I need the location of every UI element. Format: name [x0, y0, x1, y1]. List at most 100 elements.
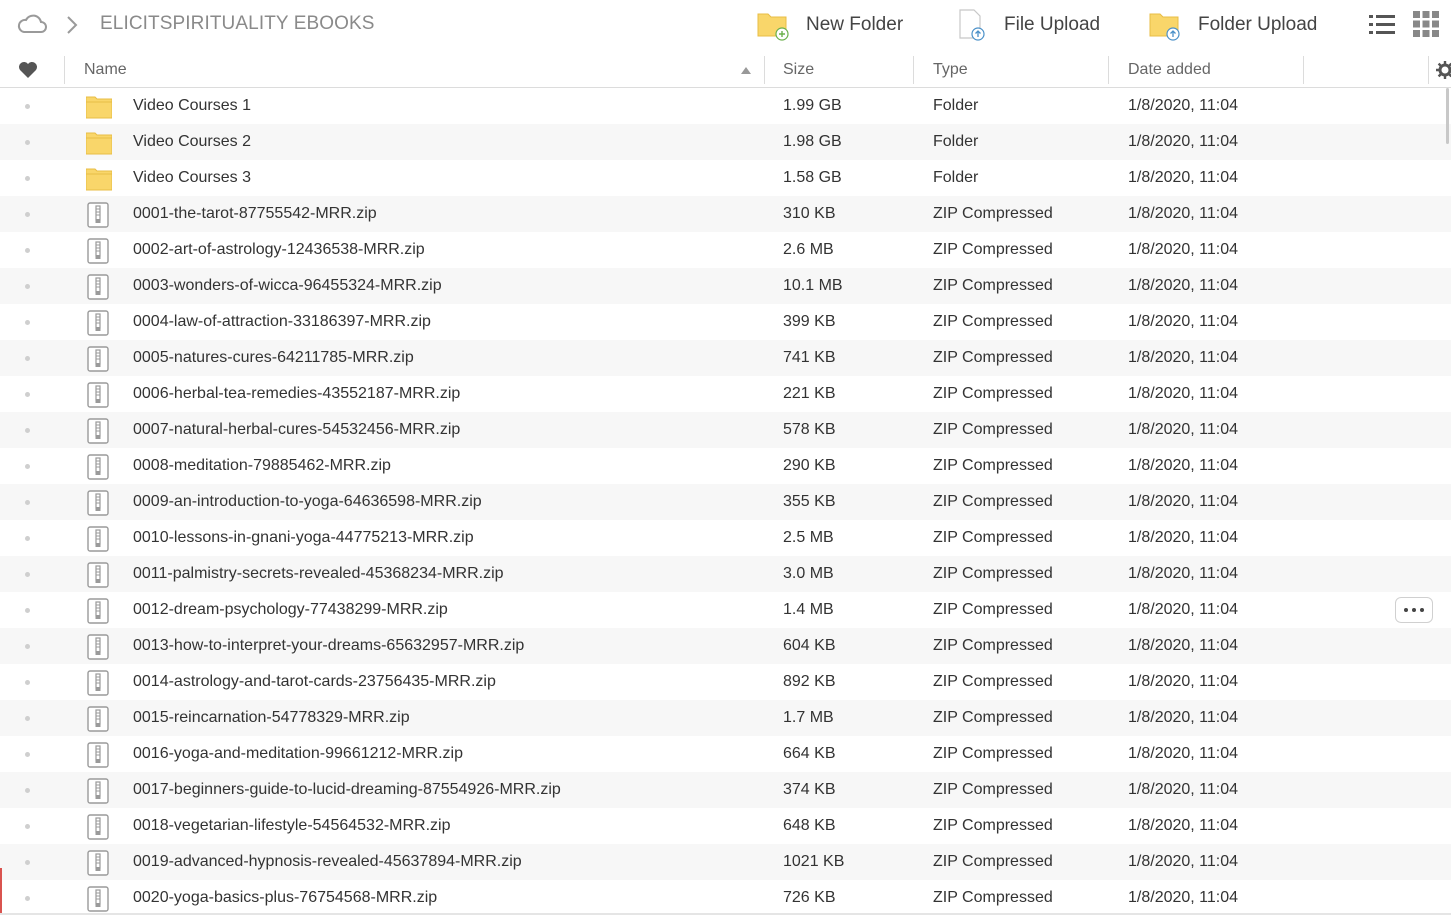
- file-name[interactable]: 0017-beginners-guide-to-lucid-dreaming-8…: [133, 772, 561, 808]
- file-row[interactable]: 0008-meditation-79885462-MRR.zip 290 KB ZI…: [0, 448, 1451, 484]
- list-view-icon[interactable]: [1368, 12, 1396, 38]
- favorite-toggle[interactable]: [25, 572, 30, 577]
- file-row[interactable]: 0007-natural-herbal-cures-54532456-MRR.z…: [0, 412, 1451, 448]
- favorite-toggle[interactable]: [25, 176, 30, 181]
- favorite-toggle[interactable]: [25, 320, 30, 325]
- file-name[interactable]: 0009-an-introduction-to-yoga-64636598-MR…: [133, 484, 482, 520]
- favorite-toggle[interactable]: [25, 536, 30, 541]
- file-list: Video Courses 1 1.99 GB Folder 1/8/2020, 11…: [0, 88, 1451, 915]
- file-row[interactable]: 0020-yoga-basics-plus-76754568-MRR.zip 72…: [0, 880, 1451, 915]
- zip-file-icon: [87, 526, 109, 552]
- favorite-toggle[interactable]: [25, 680, 30, 685]
- favorite-toggle[interactable]: [25, 212, 30, 217]
- file-name[interactable]: 0007-natural-herbal-cures-54532456-MRR.z…: [133, 412, 460, 448]
- file-name[interactable]: 0008-meditation-79885462-MRR.zip: [133, 448, 391, 484]
- favorite-toggle[interactable]: [25, 644, 30, 649]
- scrollbar[interactable]: [1446, 88, 1449, 144]
- file-name[interactable]: Video Courses 3: [133, 160, 251, 196]
- favorite-toggle[interactable]: [25, 788, 30, 793]
- file-name[interactable]: 0019-advanced-hypnosis-revealed-45637894…: [133, 844, 522, 880]
- favorite-toggle[interactable]: [25, 464, 30, 469]
- column-header-type[interactable]: Type: [933, 52, 968, 87]
- folder-row[interactable]: Video Courses 2 1.98 GB Folder 1/8/2020, 11…: [0, 124, 1451, 160]
- favorite-toggle[interactable]: [25, 104, 30, 109]
- file-date-added: 1/8/2020, 11:04: [1128, 421, 1239, 438]
- sort-ascending-icon[interactable]: [741, 67, 751, 74]
- file-row[interactable]: 0009-an-introduction-to-yoga-64636598-MR…: [0, 484, 1451, 520]
- favorite-toggle[interactable]: [25, 896, 30, 901]
- favorite-toggle[interactable]: [25, 752, 30, 757]
- favorite-toggle[interactable]: [25, 392, 30, 397]
- file-size: 648 KB: [783, 817, 836, 834]
- file-name[interactable]: 0010-lessons-in-gnani-yoga-44775213-MRR.…: [133, 520, 474, 556]
- file-row[interactable]: 0004-law-of-attraction-33186397-MRR.zip 3…: [0, 304, 1451, 340]
- favorite-toggle[interactable]: [25, 716, 30, 721]
- file-upload-button[interactable]: File Upload: [956, 6, 1100, 44]
- file-name[interactable]: 0013-how-to-interpret-your-dreams-656329…: [133, 628, 524, 664]
- file-name[interactable]: 0006-herbal-tea-remedies-43552187-MRR.zi…: [133, 376, 460, 412]
- file-row[interactable]: 0015-reincarnation-54778329-MRR.zip 1.7 M…: [0, 700, 1451, 736]
- column-header-date-added[interactable]: Date added: [1128, 52, 1211, 87]
- file-name[interactable]: 0015-reincarnation-54778329-MRR.zip: [133, 700, 410, 736]
- favorite-toggle[interactable]: [25, 284, 30, 289]
- folder-upload-button[interactable]: Folder Upload: [1148, 6, 1317, 44]
- grid-view-icon[interactable]: [1412, 10, 1440, 38]
- file-type: ZIP Compressed: [933, 385, 1053, 402]
- file-row[interactable]: 0012-dream-psychology-77438299-MRR.zip 1.…: [0, 592, 1451, 628]
- file-name[interactable]: 0004-law-of-attraction-33186397-MRR.zip: [133, 304, 431, 340]
- file-name[interactable]: 0018-vegetarian-lifestyle-54564532-MRR.z…: [133, 808, 451, 844]
- column-header-size[interactable]: Size: [783, 52, 814, 87]
- file-row[interactable]: 0006-herbal-tea-remedies-43552187-MRR.zi…: [0, 376, 1451, 412]
- column-header-name[interactable]: Name: [84, 52, 127, 87]
- file-row[interactable]: 0002-art-of-astrology-12436538-MRR.zip 2.…: [0, 232, 1451, 268]
- file-name[interactable]: Video Courses 2: [133, 124, 251, 160]
- file-row[interactable]: 0018-vegetarian-lifestyle-54564532-MRR.z…: [0, 808, 1451, 844]
- file-type: ZIP Compressed: [933, 349, 1053, 366]
- folder-row[interactable]: Video Courses 3 1.58 GB Folder 1/8/2020, 11…: [0, 160, 1451, 196]
- file-row[interactable]: 0005-natures-cures-64211785-MRR.zip 741 K…: [0, 340, 1451, 376]
- favorite-toggle[interactable]: [25, 356, 30, 361]
- file-type: Folder: [933, 97, 979, 114]
- file-name[interactable]: 0011-palmistry-secrets-revealed-45368234…: [133, 556, 504, 592]
- breadcrumb-current-folder[interactable]: ELICITSPIRITUALITY EBOOKS: [100, 13, 375, 35]
- file-name[interactable]: 0005-natures-cures-64211785-MRR.zip: [133, 340, 414, 376]
- new-folder-button[interactable]: New Folder: [756, 6, 903, 44]
- column-separator: [764, 56, 765, 84]
- favorite-toggle[interactable]: [25, 860, 30, 865]
- file-row[interactable]: 0003-wonders-of-wicca-96455324-MRR.zip 10…: [0, 268, 1451, 304]
- file-type: ZIP Compressed: [933, 241, 1053, 258]
- file-name[interactable]: 0012-dream-psychology-77438299-MRR.zip: [133, 592, 448, 628]
- file-row[interactable]: 0001-the-tarot-87755542-MRR.zip 310 KB ZIP…: [0, 196, 1451, 232]
- file-name[interactable]: 0001-the-tarot-87755542-MRR.zip: [133, 196, 377, 232]
- file-row[interactable]: 0014-astrology-and-tarot-cards-23756435-…: [0, 664, 1451, 700]
- file-date-added: 1/8/2020, 11:04: [1128, 601, 1239, 618]
- zip-file-icon: [87, 238, 109, 264]
- file-name[interactable]: 0014-astrology-and-tarot-cards-23756435-…: [133, 664, 496, 700]
- file-name[interactable]: Video Courses 1: [133, 88, 251, 124]
- file-row[interactable]: 0019-advanced-hypnosis-revealed-45637894…: [0, 844, 1451, 880]
- favorite-toggle[interactable]: [25, 140, 30, 145]
- file-row[interactable]: 0016-yoga-and-meditation-99661212-MRR.zi…: [0, 736, 1451, 772]
- gear-icon[interactable]: [1436, 61, 1451, 79]
- file-date-added: 1/8/2020, 11:04: [1128, 97, 1239, 114]
- heart-icon[interactable]: [18, 61, 38, 79]
- file-name[interactable]: 0020-yoga-basics-plus-76754568-MRR.zip: [133, 880, 437, 915]
- more-options-button[interactable]: [1395, 597, 1433, 623]
- table-header: Name Size Type Date added: [0, 52, 1451, 88]
- new-folder-label: New Folder: [806, 14, 904, 35]
- file-name[interactable]: 0002-art-of-astrology-12436538-MRR.zip: [133, 232, 425, 268]
- folder-row[interactable]: Video Courses 1 1.99 GB Folder 1/8/2020, 11…: [0, 88, 1451, 124]
- favorite-toggle[interactable]: [25, 248, 30, 253]
- favorite-toggle[interactable]: [25, 824, 30, 829]
- file-row[interactable]: 0017-beginners-guide-to-lucid-dreaming-8…: [0, 772, 1451, 808]
- favorite-toggle[interactable]: [25, 608, 30, 613]
- file-row[interactable]: 0013-how-to-interpret-your-dreams-656329…: [0, 628, 1451, 664]
- favorite-toggle[interactable]: [25, 428, 30, 433]
- file-row[interactable]: 0011-palmistry-secrets-revealed-45368234…: [0, 556, 1451, 592]
- file-date-added: 1/8/2020, 11:04: [1128, 277, 1239, 294]
- cloud-icon[interactable]: [16, 12, 48, 36]
- file-name[interactable]: 0016-yoga-and-meditation-99661212-MRR.zi…: [133, 736, 463, 772]
- file-name[interactable]: 0003-wonders-of-wicca-96455324-MRR.zip: [133, 268, 442, 304]
- favorite-toggle[interactable]: [25, 500, 30, 505]
- file-row[interactable]: 0010-lessons-in-gnani-yoga-44775213-MRR.…: [0, 520, 1451, 556]
